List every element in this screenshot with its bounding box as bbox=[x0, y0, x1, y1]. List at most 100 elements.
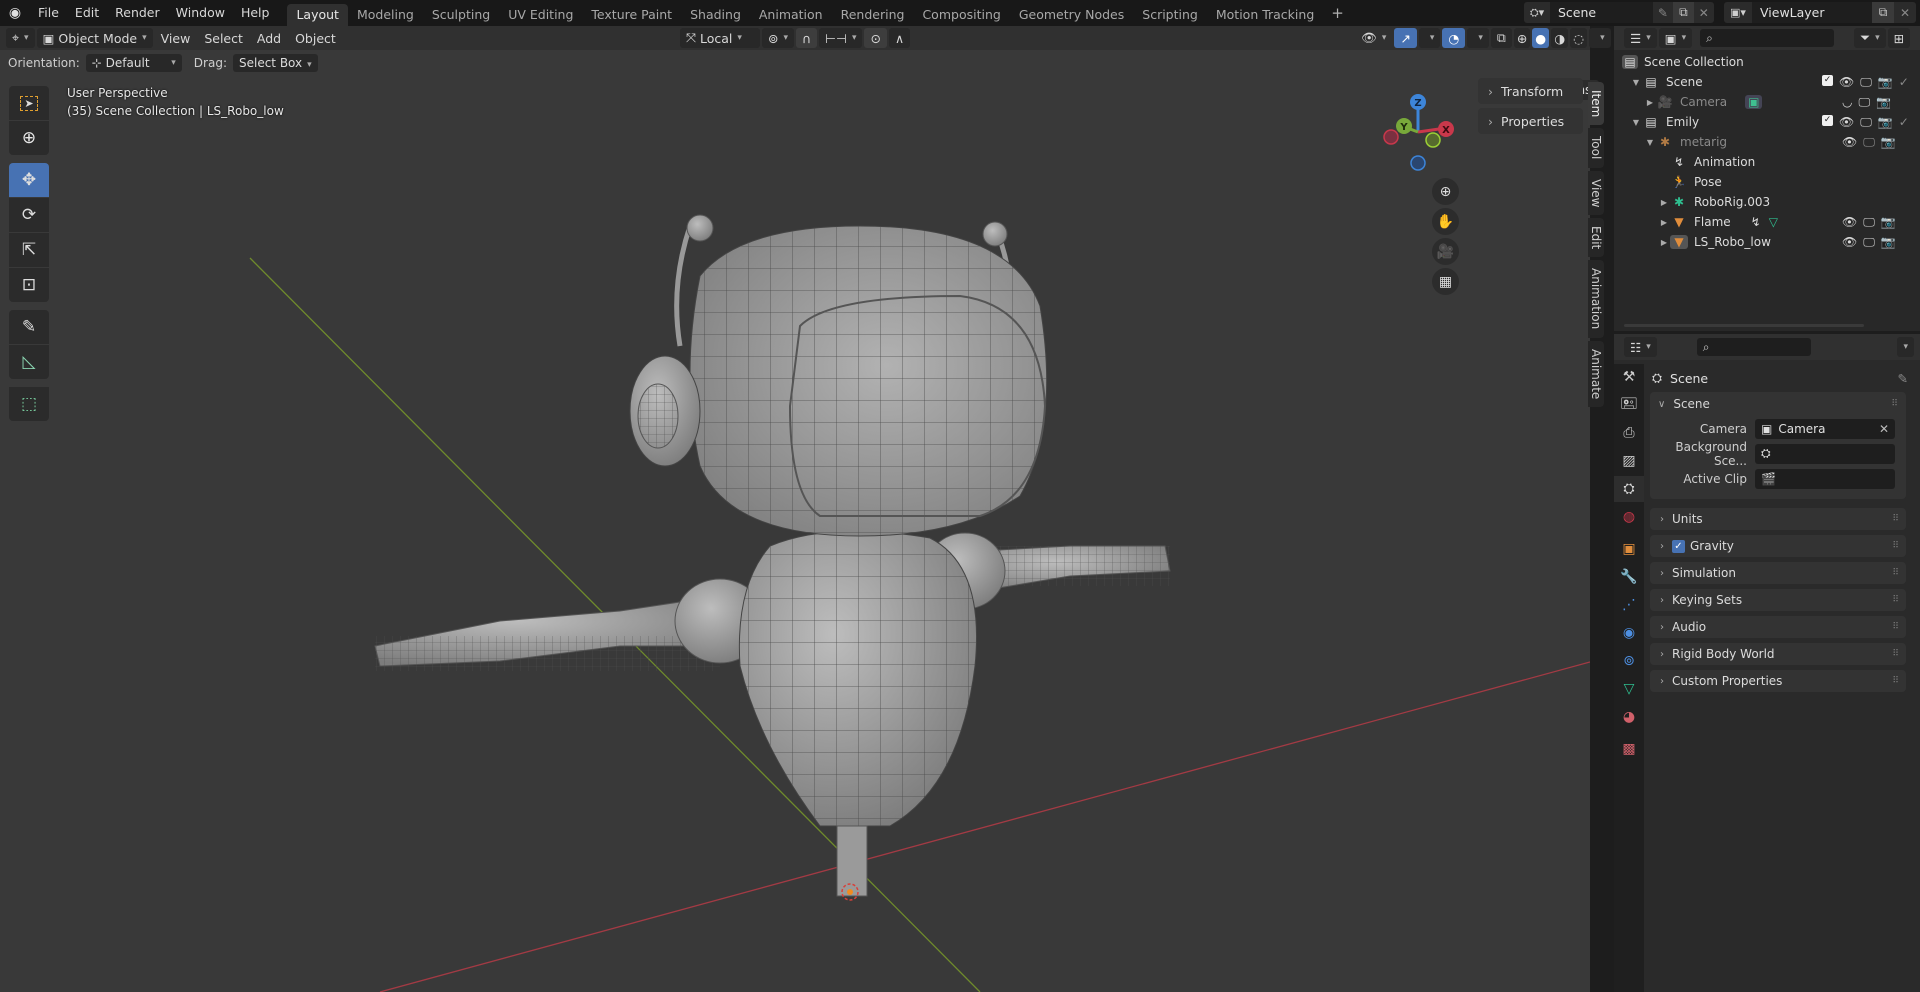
monitor-icon[interactable]: 🖵 bbox=[1858, 95, 1870, 110]
tool-transform[interactable]: ⊡ bbox=[9, 268, 49, 302]
tool-move[interactable]: ✥ bbox=[9, 163, 49, 197]
pan-button[interactable]: ✋ bbox=[1432, 208, 1459, 235]
tab-particles[interactable]: ⋰ bbox=[1614, 592, 1644, 618]
outliner-row[interactable]: ▶ ✱ RoboRig.003 bbox=[1620, 192, 1920, 212]
render-camera-icon[interactable]: 📷 bbox=[1881, 135, 1896, 150]
robot-model[interactable] bbox=[374, 214, 1171, 901]
camera-view-button[interactable]: 🎥 bbox=[1432, 238, 1459, 265]
delete-view-layer-button[interactable]: ✕ bbox=[1894, 2, 1916, 23]
outliner-row[interactable]: ▶ 🎥 Camera ▣ ◡ 🖵 📷 bbox=[1620, 92, 1920, 112]
section-rigid-body-world[interactable]: › Rigid Body World ⠿ bbox=[1650, 643, 1906, 665]
tab-material[interactable]: ◕ bbox=[1614, 704, 1644, 730]
tab-rendering[interactable]: Rendering bbox=[832, 4, 914, 26]
properties-editor-type[interactable]: ☷ ▾ bbox=[1624, 337, 1657, 357]
mode-dropdown[interactable]: ▣ Object Mode ▾ bbox=[36, 28, 153, 48]
expand-arrow-icon[interactable]: ▼ bbox=[1644, 138, 1656, 147]
holdout-icon[interactable]: ✓ bbox=[1899, 75, 1909, 90]
menu-window[interactable]: Window bbox=[168, 0, 233, 26]
clear-icon[interactable]: ✕ bbox=[1879, 422, 1889, 436]
outliner-row[interactable]: ▶ ▼ Flame ↯ ▽ 👁 🖵 📷 bbox=[1620, 212, 1920, 232]
tab-view-layer[interactable]: ▨ bbox=[1614, 448, 1644, 474]
editor-type-button[interactable]: ⌖ ▾ bbox=[6, 28, 35, 48]
falloff-dropdown[interactable]: ∧ bbox=[888, 28, 911, 48]
tool-select-box[interactable]: ➤ bbox=[9, 86, 49, 120]
section-simulation[interactable]: › Simulation ⠿ bbox=[1650, 562, 1906, 584]
monitor-icon[interactable]: 🖵 bbox=[1860, 115, 1872, 130]
menu-help[interactable]: Help bbox=[233, 0, 278, 26]
xray-toggle[interactable]: ⧉ bbox=[1490, 28, 1512, 48]
eye-icon[interactable]: 👁 bbox=[1839, 115, 1854, 130]
eye-icon[interactable]: 👁 bbox=[1842, 235, 1857, 250]
pin-icon[interactable]: ✎ bbox=[1898, 371, 1908, 386]
drag-grip-icon[interactable]: ⠿ bbox=[1892, 595, 1899, 605]
tab-geometry-nodes[interactable]: Geometry Nodes bbox=[1010, 4, 1133, 26]
section-custom-properties[interactable]: › Custom Properties ⠿ bbox=[1650, 670, 1906, 692]
ntab-view[interactable]: View bbox=[1588, 170, 1604, 216]
tool-measure[interactable]: ◺ bbox=[9, 345, 49, 379]
gravity-checkbox[interactable]: ✓ bbox=[1672, 539, 1685, 553]
eye-closed-icon[interactable]: ◡ bbox=[1842, 95, 1852, 110]
overlays-toggle[interactable]: ◔ bbox=[1442, 28, 1466, 48]
view-layer-field[interactable]: ViewLayer bbox=[1752, 2, 1872, 23]
outliner-scrollbar[interactable] bbox=[1624, 324, 1864, 327]
render-camera-icon[interactable]: 📷 bbox=[1881, 235, 1896, 250]
delete-scene-button[interactable]: ✕ bbox=[1694, 2, 1714, 23]
tool-scale[interactable]: ⇱ bbox=[9, 233, 49, 267]
tab-constraints[interactable]: ⊚ bbox=[1614, 648, 1644, 674]
drag-grip-icon[interactable]: ⠿ bbox=[1892, 649, 1899, 659]
tab-output[interactable]: ⎙ bbox=[1614, 420, 1644, 446]
3d-viewport[interactable]: ⌖ ▾ ▣ Object Mode ▾ View Select Add Object… bbox=[0, 26, 1611, 992]
tab-motion-tracking[interactable]: Motion Tracking bbox=[1207, 4, 1323, 26]
tool-add-cube[interactable]: ⬚ bbox=[9, 387, 49, 421]
scene-name-field[interactable]: Scene bbox=[1550, 2, 1653, 23]
background-scene-field[interactable]: ⛭ bbox=[1755, 443, 1895, 464]
expand-arrow-icon[interactable]: ▶ bbox=[1658, 238, 1670, 247]
scene-panel-header[interactable]: ∨ Scene ⠿ bbox=[1650, 392, 1906, 416]
snap-toggle[interactable]: ∩ bbox=[796, 28, 818, 48]
tab-scene[interactable]: ⛭ bbox=[1614, 476, 1644, 502]
orientation-dropdown[interactable]: ⊹ Default ▾ bbox=[85, 54, 182, 72]
tab-texture[interactable]: ▩ bbox=[1614, 736, 1644, 762]
monitor-icon[interactable]: 🖵 bbox=[1860, 75, 1872, 90]
viewport-canvas[interactable] bbox=[0, 26, 1590, 992]
eye-icon[interactable]: 👁 bbox=[1839, 75, 1854, 90]
tab-tool[interactable]: ⚒ bbox=[1614, 364, 1644, 390]
menu-object[interactable]: Object bbox=[289, 28, 342, 48]
ntab-animate[interactable]: Animate bbox=[1588, 340, 1604, 407]
snap-target-dropdown[interactable]: ⊢⊣ ▾ bbox=[819, 28, 863, 48]
view-layer-selector[interactable]: ▣▾ ViewLayer ⧉ ✕ bbox=[1724, 2, 1916, 23]
tab-shading[interactable]: Shading bbox=[681, 4, 750, 26]
tab-texture-paint[interactable]: Texture Paint bbox=[582, 4, 681, 26]
render-camera-icon[interactable]: 📷 bbox=[1878, 75, 1893, 90]
shading-dropdown[interactable]: ▾ bbox=[1589, 28, 1611, 48]
menu-view[interactable]: View bbox=[155, 28, 197, 48]
outliner-row[interactable]: ▼ ✱ metarig 👁 🖵 📷 bbox=[1620, 132, 1920, 152]
neg-z-axis-handle[interactable] bbox=[1410, 155, 1426, 171]
gizmo-toggle[interactable]: ↗ bbox=[1394, 28, 1417, 48]
gizmo-dropdown[interactable]: ▾ bbox=[1418, 28, 1441, 48]
expand-arrow-icon[interactable]: ▶ bbox=[1644, 98, 1656, 107]
menu-edit[interactable]: Edit bbox=[67, 0, 107, 26]
tab-scripting[interactable]: Scripting bbox=[1133, 4, 1207, 26]
expand-arrow-icon[interactable]: ▼ bbox=[1630, 118, 1642, 127]
outliner-search-input[interactable]: ⌕ bbox=[1700, 29, 1835, 47]
exclude-checkbox[interactable]: ✓ bbox=[1822, 114, 1833, 126]
section-gravity[interactable]: › ✓ Gravity ⠿ bbox=[1650, 535, 1906, 557]
ntab-item[interactable]: Item bbox=[1588, 82, 1604, 126]
drag-grip-icon[interactable]: ⠿ bbox=[1892, 568, 1899, 578]
pin-icon[interactable]: ✎ bbox=[1653, 2, 1673, 23]
ntab-animation[interactable]: Animation bbox=[1588, 260, 1604, 338]
section-keying-sets[interactable]: › Keying Sets ⠿ bbox=[1650, 589, 1906, 611]
outliner-row[interactable]: 🏃 Pose bbox=[1620, 172, 1920, 192]
ortho-toggle-button[interactable]: ▦ bbox=[1432, 268, 1459, 295]
visibility-dropdown[interactable]: 👁 ▾ bbox=[1355, 28, 1392, 48]
properties-search-input[interactable]: ⌕ bbox=[1696, 338, 1811, 356]
shading-material-button[interactable]: ◑ bbox=[1551, 28, 1569, 48]
tab-uv-editing[interactable]: UV Editing bbox=[499, 4, 582, 26]
tab-world[interactable]: ◍ bbox=[1614, 504, 1644, 530]
outliner-row[interactable]: ▼ ▤ Emily ✓ 👁 🖵 📷 ✓ bbox=[1620, 112, 1920, 132]
shading-rendered-button[interactable]: ◌ bbox=[1570, 28, 1588, 48]
menu-render[interactable]: Render bbox=[107, 0, 168, 26]
outliner-editor-type[interactable]: ☰ ▾ bbox=[1624, 28, 1657, 48]
zoom-button[interactable]: ⊕ bbox=[1432, 178, 1459, 205]
